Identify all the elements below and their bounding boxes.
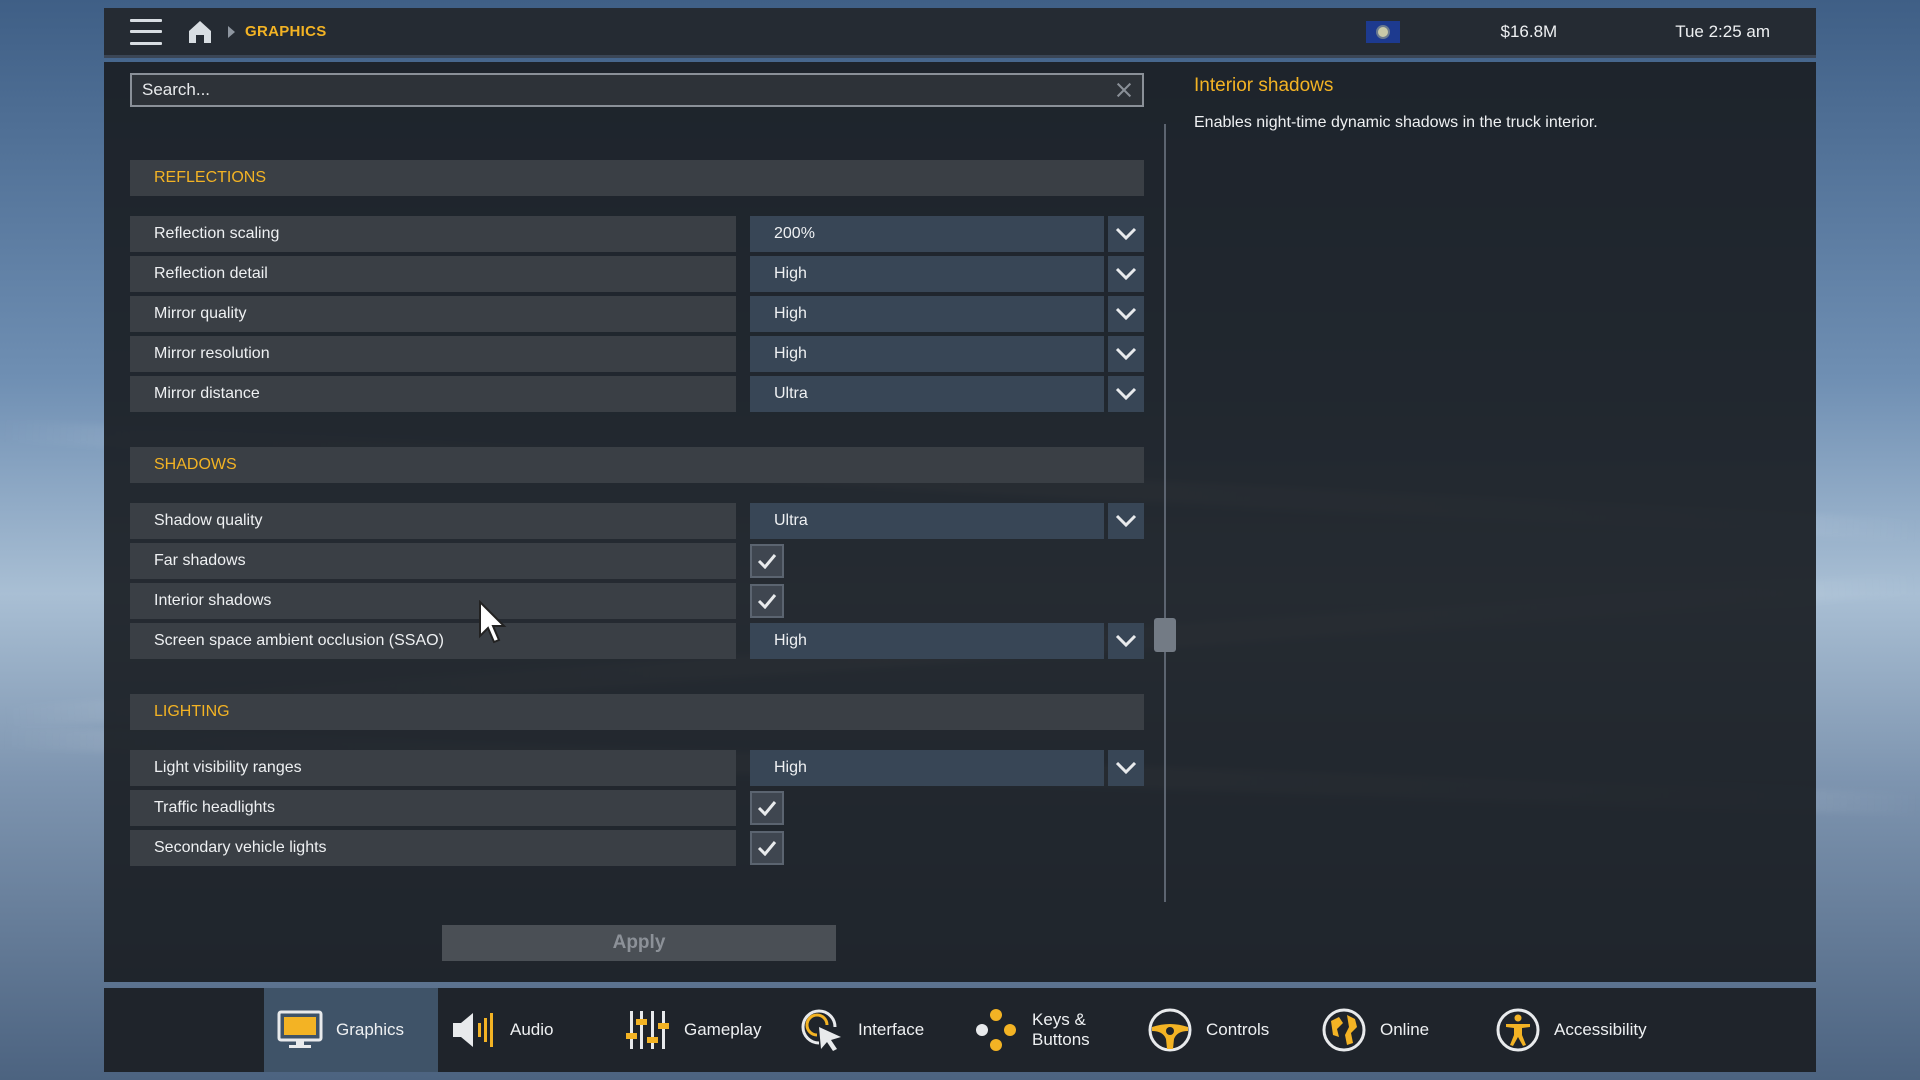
flag-icon <box>1366 20 1401 43</box>
reflection-detail-dropdown[interactable]: High <box>750 256 1144 292</box>
breadcrumb-arrow-icon <box>228 25 235 38</box>
dropdown-value: High <box>750 750 1104 786</box>
sliders-icon <box>624 1006 672 1054</box>
interior-shadows-checkbox[interactable] <box>750 584 784 618</box>
section-header-lighting: LIGHTING <box>130 694 1144 730</box>
checkmark-icon <box>757 801 777 816</box>
checkmark-icon <box>757 841 777 856</box>
chevron-down-icon[interactable] <box>1108 503 1144 539</box>
section-header-shadows: SHADOWS <box>130 447 1144 483</box>
light-visibility-dropdown[interactable]: High <box>750 750 1144 786</box>
dropdown-value: Ultra <box>750 376 1104 412</box>
steering-wheel-icon <box>1146 1006 1194 1054</box>
ssao-dropdown[interactable]: High <box>750 623 1144 659</box>
nav-label: Interface <box>858 1020 925 1039</box>
nav-label: Gameplay <box>684 1020 762 1039</box>
setting-label: Far shadows <box>130 543 736 579</box>
monitor-icon <box>276 1006 324 1054</box>
setting-label: Traffic headlights <box>130 790 736 826</box>
setting-label: Screen space ambient occlusion (SSAO) <box>130 623 736 659</box>
traffic-headlights-checkbox[interactable] <box>750 791 784 825</box>
setting-label: Mirror resolution <box>130 336 736 372</box>
dropdown-value: High <box>750 623 1104 659</box>
mirror-quality-dropdown[interactable]: High <box>750 296 1144 332</box>
setting-label: Reflection detail <box>130 256 736 292</box>
nav-label: Graphics <box>336 1020 405 1039</box>
setting-label: Secondary vehicle lights <box>130 830 736 866</box>
clear-search-icon[interactable] <box>1116 82 1132 98</box>
nav-label: Controls <box>1206 1020 1270 1039</box>
nav-accessibility[interactable]: Accessibility <box>1482 988 1656 1072</box>
nav-audio[interactable]: Audio <box>438 988 612 1072</box>
setting-label: Light visibility ranges <box>130 750 736 786</box>
dropdown-value: High <box>750 256 1104 292</box>
checkmark-icon <box>757 594 777 609</box>
dropdown-value: Ultra <box>750 503 1104 539</box>
setting-label: Interior shadows <box>130 583 736 619</box>
chevron-down-icon[interactable] <box>1108 336 1144 372</box>
search-box <box>130 73 1144 107</box>
search-input[interactable] <box>132 75 1116 105</box>
chevron-down-icon[interactable] <box>1108 296 1144 332</box>
breadcrumb[interactable]: GRAPHICS <box>245 23 327 40</box>
cursor-click-icon <box>798 1006 846 1054</box>
dropdown-value: High <box>750 296 1104 332</box>
setting-label: Mirror distance <box>130 376 736 412</box>
mirror-distance-dropdown[interactable]: Ultra <box>750 376 1144 412</box>
chevron-down-icon[interactable] <box>1108 623 1144 659</box>
chevron-down-icon[interactable] <box>1108 216 1144 252</box>
nav-keys-buttons[interactable]: Keys & Buttons <box>960 988 1134 1072</box>
scrollbar-thumb[interactable] <box>1154 618 1176 652</box>
top-bar: GRAPHICS $16.8M Tue 2:25 am <box>104 8 1816 58</box>
dropdown-value: High <box>750 336 1104 372</box>
chevron-down-icon[interactable] <box>1108 750 1144 786</box>
info-title: Interior shadows <box>1194 75 1334 96</box>
nav-controls[interactable]: Controls <box>1134 988 1308 1072</box>
home-icon[interactable] <box>186 18 214 46</box>
gamepad-buttons-icon <box>972 1006 1020 1054</box>
setting-label: Shadow quality <box>130 503 736 539</box>
info-description: Enables night-time dynamic shadows in th… <box>1194 114 1598 131</box>
globe-icon <box>1320 1006 1368 1054</box>
nav-label: Audio <box>510 1020 554 1039</box>
scrollbar-track[interactable] <box>1164 124 1166 902</box>
setting-label: Reflection scaling <box>130 216 736 252</box>
nav-label: Online <box>1380 1020 1430 1039</box>
money-display: $16.8M <box>1500 21 1558 41</box>
nav-gameplay[interactable]: Gameplay <box>612 988 786 1072</box>
speaker-icon <box>450 1006 498 1054</box>
checkmark-icon <box>757 554 777 569</box>
chevron-down-icon[interactable] <box>1108 256 1144 292</box>
dropdown-value: 200% <box>750 216 1104 252</box>
far-shadows-checkbox[interactable] <box>750 544 784 578</box>
bottom-nav: Graphics Audio Gameplay Interface Keys &… <box>104 988 1816 1072</box>
nav-interface[interactable]: Interface <box>786 988 960 1072</box>
accessibility-icon <box>1494 1006 1542 1054</box>
secondary-vehicle-lights-checkbox[interactable] <box>750 831 784 865</box>
nav-online[interactable]: Online <box>1308 988 1482 1072</box>
setting-label: Mirror quality <box>130 296 736 332</box>
mouse-cursor-icon <box>479 600 507 644</box>
settings-panel: REFLECTIONS Reflection scaling 200% Refl… <box>104 62 1816 982</box>
apply-button[interactable]: Apply <box>442 925 836 961</box>
reflection-scaling-dropdown[interactable]: 200% <box>750 216 1144 252</box>
section-header-reflections: REFLECTIONS <box>130 160 1144 196</box>
nav-label: Accessibility <box>1554 1020 1647 1039</box>
shadow-quality-dropdown[interactable]: Ultra <box>750 503 1144 539</box>
nav-label: Keys & Buttons <box>1032 1010 1090 1049</box>
chevron-down-icon[interactable] <box>1108 376 1144 412</box>
game-clock: Tue 2:25 am <box>1675 21 1770 41</box>
mirror-resolution-dropdown[interactable]: High <box>750 336 1144 372</box>
nav-graphics[interactable]: Graphics <box>264 988 438 1072</box>
menu-icon[interactable] <box>130 18 162 45</box>
